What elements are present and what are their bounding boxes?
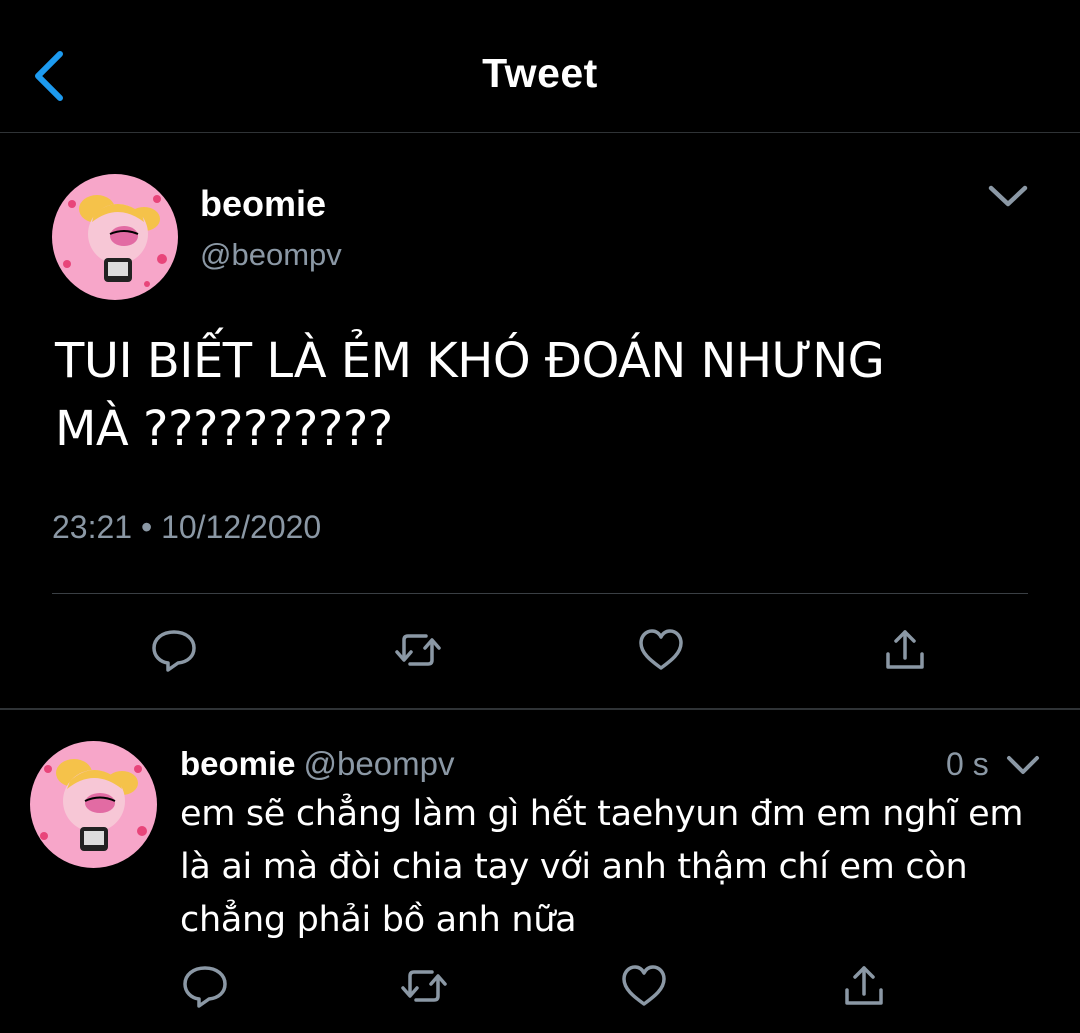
more-options-button[interactable] — [1004, 752, 1042, 778]
user-handle[interactable]: @beompv — [200, 237, 342, 273]
page-title: Tweet — [482, 50, 598, 96]
section-divider — [0, 708, 1080, 710]
like-icon — [639, 629, 683, 670]
tweet-timestamp[interactable]: 23:21 • 10/12/2020 — [52, 509, 321, 546]
reply-header: beomie @beompv — [180, 745, 454, 783]
reply-icon — [183, 966, 227, 1008]
divider — [52, 593, 1028, 594]
more-options-button[interactable] — [983, 178, 1033, 214]
top-bar: Tweet — [0, 0, 1080, 133]
retweet-icon — [395, 634, 441, 666]
reply-button[interactable] — [146, 622, 202, 678]
share-icon — [886, 630, 924, 669]
avatar[interactable] — [52, 174, 178, 300]
like-button[interactable] — [633, 622, 689, 678]
tweet-text: TUI BIẾT LÀ ẺM KHÓ ĐOÁN NHƯNG MÀ ???????… — [55, 333, 885, 457]
chevron-down-icon — [1007, 756, 1039, 774]
retweet-button[interactable] — [396, 958, 452, 1014]
like-button[interactable] — [616, 958, 672, 1014]
reply-avatar[interactable] — [30, 741, 157, 868]
tweet-time: 0 s — [946, 746, 989, 782]
tweet-text: em sẽ chẳng làm gì hết taehyun đm em ngh… — [180, 794, 1024, 940]
chevron-down-icon — [988, 185, 1028, 207]
display-name[interactable]: beomie — [180, 745, 296, 782]
retweet-button[interactable] — [390, 622, 446, 678]
share-icon — [845, 966, 883, 1005]
reply-button[interactable] — [177, 958, 233, 1014]
like-icon — [622, 965, 666, 1006]
display-name[interactable]: beomie — [200, 183, 326, 225]
reply-icon — [152, 630, 196, 672]
share-button[interactable] — [877, 622, 933, 678]
retweet-icon — [401, 970, 447, 1002]
user-handle[interactable]: @beompv — [304, 745, 455, 782]
share-button[interactable] — [836, 958, 892, 1014]
